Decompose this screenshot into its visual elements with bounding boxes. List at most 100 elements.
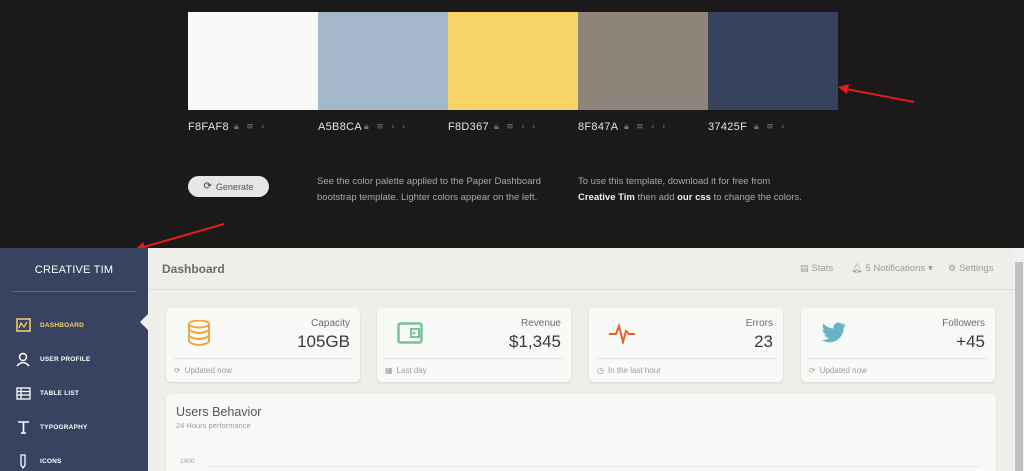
chevron-right-icon[interactable]: › — [532, 122, 536, 132]
sidebar-item-icons[interactable]: ICONS — [0, 444, 148, 471]
table-icon — [15, 385, 31, 401]
stat-footer-text: Updated now — [184, 366, 232, 375]
creative-tim-link[interactable]: Creative Tim — [578, 192, 635, 203]
stat-footer: ⟳ Updated now — [809, 358, 987, 375]
stat-value: +45 — [956, 332, 985, 351]
sidebar: CREATIVE TIM DASHBOARD USER PROFILE TABL… — [0, 248, 149, 471]
hex-label[interactable]: F8D367 — [448, 121, 494, 133]
stat-value: 23 — [754, 332, 773, 351]
chevron-right-icon[interactable]: › — [662, 122, 666, 132]
users-behavior-card: Users Behavior 24 Hours performance 1000 — [166, 394, 996, 471]
chevron-left-icon[interactable]: ‹ — [391, 122, 395, 132]
scrollbar-thumb[interactable] — [1015, 262, 1023, 471]
hex-label[interactable]: A5B8CA — [318, 121, 364, 133]
palette-generator: F8FAF8 🔒︎ ≡ › A5B8CA 🔒︎ ≡ ‹ › F8D367 🔒︎ … — [0, 0, 1024, 252]
adjust-icon[interactable]: ≡ — [636, 122, 644, 132]
sidebar-item-label: TABLE LIST — [40, 389, 80, 397]
lock-icon[interactable]: 🔒︎ — [494, 122, 499, 132]
stat-value: 105GB — [297, 332, 350, 351]
palette-swatches — [188, 12, 838, 110]
main-content: Dashboard ▤ Stats 🔔︎ 5 Notifications ▼ ⚙… — [148, 248, 1014, 471]
lock-icon[interactable]: 🔒︎ — [754, 122, 759, 132]
stat-footer-text: Updated now — [819, 366, 867, 375]
palette-codes: F8FAF8 🔒︎ ≡ › A5B8CA 🔒︎ ≡ ‹ › F8D367 🔒︎ … — [188, 121, 838, 133]
sidebar-item-label: TYPOGRAPHY — [40, 423, 88, 431]
chevron-right-icon[interactable]: › — [402, 122, 406, 132]
user-icon — [15, 351, 31, 367]
stat-value: $1,345 — [509, 332, 561, 351]
pencil-icon — [15, 453, 31, 469]
sidebar-item-typography[interactable]: TYPOGRAPHY — [0, 410, 148, 444]
nav-stats-label: Stats — [811, 263, 834, 274]
hex-label[interactable]: 8F847A — [578, 121, 624, 133]
swatch-37425f[interactable] — [708, 12, 838, 110]
sidebar-item-label: DASHBOARD — [40, 321, 85, 329]
stat-footer: ▦ Last day — [385, 358, 563, 375]
description-line: bootstrap template. Lighter colors appea… — [317, 192, 538, 203]
chevron-right-icon[interactable]: › — [261, 122, 265, 132]
annotation-arrow — [838, 84, 915, 103]
our-css-link[interactable]: our css — [677, 192, 711, 203]
nav-settings-label: Settings — [959, 263, 994, 274]
refresh-icon: ⟳ — [809, 366, 816, 375]
stat-card-revenue: Revenue $1,345 ▦ Last day — [377, 308, 571, 382]
chevron-left-icon[interactable]: ‹ — [651, 122, 655, 132]
stats-icon: ▤ — [800, 263, 809, 274]
twitter-icon — [817, 318, 851, 348]
nav-settings[interactable]: ⚙ Settings — [948, 263, 993, 274]
swatch-code: 37425F 🔒︎ ≡ ‹ — [708, 121, 838, 133]
stat-label: Errors — [745, 318, 773, 329]
chevron-left-icon[interactable]: ‹ — [521, 122, 525, 132]
calendar-icon: ▦ — [385, 366, 393, 375]
scrollbar[interactable] — [1014, 248, 1024, 471]
card-subtitle: 24 Hours performance — [176, 421, 251, 430]
stat-label: Followers — [942, 318, 985, 329]
stat-footer-text: In the last hour — [607, 366, 661, 375]
gear-icon: ⚙ — [948, 263, 957, 274]
instructions-text: then add — [634, 192, 678, 203]
swatch-f8faf8[interactable] — [188, 12, 318, 110]
hex-label[interactable]: 37425F — [708, 121, 754, 133]
lock-icon[interactable]: 🔒︎ — [234, 122, 239, 132]
chevron-left-icon[interactable]: ‹ — [781, 122, 785, 132]
dashboard-preview: CREATIVE TIM DASHBOARD USER PROFILE TABL… — [0, 248, 1024, 471]
swatch-8f847a[interactable] — [578, 12, 708, 110]
nav-notifications-label: 5 Notifications — [865, 263, 926, 274]
hex-label[interactable]: F8FAF8 — [188, 121, 234, 133]
template-instructions: To use this template, download it for fr… — [578, 174, 802, 206]
sidebar-item-label: ICONS — [40, 457, 62, 465]
stat-label: Capacity — [311, 318, 350, 329]
stat-label: Revenue — [520, 318, 561, 329]
stat-card-errors: Errors 23 ◷ In the last hour — [589, 308, 783, 382]
adjust-icon[interactable]: ≡ — [376, 122, 384, 132]
swatch-a5b8ca[interactable] — [318, 12, 448, 110]
instructions-line: Creative Tim then add our css to change … — [578, 190, 802, 206]
palette-description: See the color palette applied to the Pap… — [317, 174, 541, 206]
swatch-code: A5B8CA 🔒︎ ≡ ‹ › — [318, 121, 448, 133]
adjust-icon[interactable]: ≡ — [246, 122, 254, 132]
lock-icon[interactable]: 🔒︎ — [624, 122, 629, 132]
nav-notifications[interactable]: 🔔︎ 5 Notifications ▼ — [851, 263, 933, 274]
nav-stats[interactable]: ▤ Stats — [800, 263, 833, 274]
wallet-icon — [393, 318, 427, 348]
generate-button[interactable]: ⟳ Generate — [188, 176, 269, 197]
top-navbar: Dashboard ▤ Stats 🔔︎ 5 Notifications ▼ ⚙… — [148, 248, 1014, 290]
server-icon — [182, 318, 216, 348]
swatch-f8d367[interactable] — [448, 12, 578, 110]
refresh-icon: ⟳ — [203, 181, 212, 192]
grid-line — [206, 466, 980, 467]
adjust-icon[interactable]: ≡ — [506, 122, 514, 132]
typography-icon — [15, 419, 31, 435]
chart-icon — [15, 317, 31, 333]
instructions-text: to change the colors. — [710, 192, 802, 203]
page-title[interactable]: Dashboard — [162, 262, 225, 276]
adjust-icon[interactable]: ≡ — [766, 122, 774, 132]
sidebar-item-label: USER PROFILE — [40, 355, 91, 363]
sidebar-item-table-list[interactable]: TABLE LIST — [0, 376, 148, 410]
description-line: See the color palette applied to the Pap… — [317, 176, 541, 187]
swatch-code: 8F847A 🔒︎ ≡ ‹ › — [578, 121, 708, 133]
sidebar-item-dashboard[interactable]: DASHBOARD — [0, 308, 148, 342]
lock-icon[interactable]: 🔒︎ — [364, 122, 369, 132]
sidebar-item-user-profile[interactable]: USER PROFILE — [0, 342, 148, 376]
brand-logo[interactable]: CREATIVE TIM — [12, 248, 136, 292]
